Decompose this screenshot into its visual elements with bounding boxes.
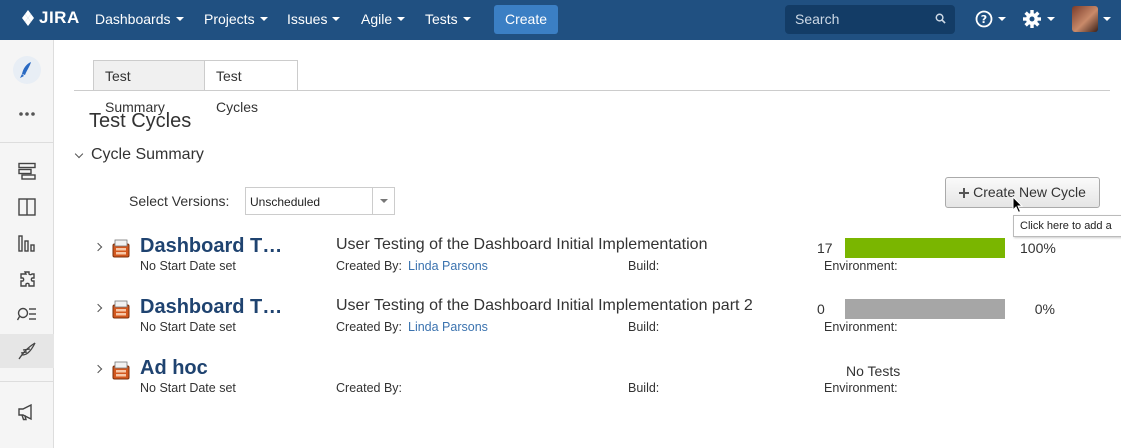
more-icon [19, 112, 35, 116]
created-by-user-link[interactable]: Linda Parsons [408, 320, 488, 334]
nav-dashboards[interactable]: Dashboards [95, 11, 184, 27]
jira-logo-icon [22, 10, 34, 26]
gear-icon [1023, 10, 1041, 28]
build-label: Build: [628, 381, 660, 395]
chevron-down-icon [998, 17, 1006, 21]
environment-label: Environment: [824, 381, 898, 395]
cycle-name-link[interactable]: Dashboard T… [140, 296, 282, 319]
created-by-label: Created By: [336, 320, 403, 334]
backlog-icon [18, 162, 36, 180]
chevron-down-icon [1047, 17, 1055, 21]
progress-percent: 0% [1034, 301, 1055, 317]
created-by-label: Created By: [336, 381, 403, 395]
announcement-icon [18, 403, 32, 421]
test-cycle-icon [112, 239, 130, 258]
svg-text:?: ? [981, 13, 987, 26]
created-by-user-link[interactable]: Linda Parsons [408, 259, 488, 273]
version-select[interactable]: Unscheduled [245, 187, 395, 215]
search-input[interactable]: Search [785, 5, 955, 34]
jira-logo[interactable]: JIRA [18, 8, 80, 28]
nav-projects[interactable]: Projects [204, 11, 268, 27]
created-by-label: Created By: [336, 259, 403, 273]
search-icon [935, 13, 946, 24]
progress-percent: 100% [1020, 240, 1056, 256]
sidebar-more[interactable] [0, 97, 54, 131]
row-expand-chevron-icon[interactable] [93, 303, 103, 313]
select-versions-label: Select Versions: [129, 193, 230, 209]
sidebar-divider [0, 142, 54, 143]
board-icon [18, 198, 36, 216]
cycle-dates: No Start Date set [140, 320, 236, 334]
sidebar-item-reports[interactable] [0, 226, 54, 260]
build-label: Build: [628, 320, 660, 334]
cycle-description: User Testing of the Dashboard Initial Im… [336, 297, 753, 314]
project-sidebar [0, 40, 54, 448]
chevron-down-icon [175, 17, 184, 21]
cycle-dates: No Start Date set [140, 381, 236, 395]
executed-count: 0 [817, 301, 825, 317]
addons-icon [20, 271, 35, 287]
help-icon: ? [975, 10, 993, 28]
build-label: Build: [628, 259, 660, 273]
cycle-name-link[interactable]: Dashboard T… [140, 235, 282, 258]
avatar [1072, 6, 1098, 32]
cycle-dates: No Start Date set [140, 259, 236, 273]
tab-test-summary[interactable]: Test Summary [93, 60, 205, 115]
tooltip: Click here to add a [1013, 215, 1121, 237]
user-menu[interactable] [1072, 6, 1111, 32]
chevron-down-icon [332, 17, 341, 21]
create-new-cycle-label: Create New Cycle [973, 184, 1086, 200]
sidebar-item-search-tests[interactable] [0, 298, 54, 332]
create-button[interactable]: Create [494, 5, 558, 34]
tab-divider [74, 90, 1110, 91]
chevron-down-icon [259, 17, 268, 21]
environment-label: Environment: [824, 320, 898, 334]
logo-text: JIRA [39, 8, 80, 27]
executed-count: 17 [817, 240, 833, 256]
search-tests-icon [17, 307, 36, 321]
sidebar-item-feedback[interactable] [0, 395, 54, 429]
version-select-value: Unscheduled [250, 195, 321, 209]
tab-test-cycles[interactable]: Test Cycles [204, 60, 298, 115]
cycle-summary-toggle[interactable]: Cycle Summary [73, 146, 204, 164]
reports-icon [18, 235, 35, 252]
sidebar-item-backlog[interactable] [0, 154, 54, 188]
progress-bar[interactable] [845, 299, 1005, 319]
search-placeholder: Search [795, 11, 840, 27]
nav-issues[interactable]: Issues [287, 11, 341, 27]
sidebar-item-board[interactable] [0, 190, 54, 224]
sidebar-item-tests[interactable] [0, 334, 54, 368]
no-tests-label: No Tests [846, 363, 901, 379]
progress-bar[interactable] [845, 238, 1005, 258]
test-feather-icon [18, 342, 36, 360]
chevron-down-icon[interactable] [372, 188, 394, 214]
chevron-down-icon [397, 17, 406, 21]
chevron-down-icon [74, 149, 84, 158]
settings-menu[interactable] [1022, 9, 1055, 29]
sidebar-item-addons[interactable] [0, 262, 54, 296]
cycle-summary-label: Cycle Summary [91, 146, 204, 163]
cycle-name-link[interactable]: Ad hoc [140, 357, 208, 380]
environment-label: Environment: [824, 259, 898, 273]
sidebar-project-avatar[interactable] [0, 53, 54, 87]
nav-tests[interactable]: Tests [425, 11, 471, 27]
plus-icon [959, 188, 970, 198]
cycle-description: User Testing of the Dashboard Initial Im… [336, 236, 708, 253]
help-menu[interactable]: ? [975, 10, 1006, 28]
test-cycle-icon [112, 300, 130, 319]
mouse-cursor-icon [1012, 196, 1024, 214]
row-expand-chevron-icon[interactable] [93, 364, 103, 374]
page-title: Test Cycles [89, 110, 192, 132]
top-navigation-bar: JIRA Dashboards Projects Issues Agile Te… [0, 0, 1121, 40]
sidebar-divider [0, 381, 54, 382]
row-expand-chevron-icon[interactable] [93, 242, 103, 252]
chevron-down-icon [462, 17, 471, 21]
chevron-down-icon [1103, 17, 1111, 21]
nav-agile[interactable]: Agile [361, 11, 406, 27]
rocket-icon [13, 56, 41, 84]
test-cycle-icon [112, 361, 130, 380]
